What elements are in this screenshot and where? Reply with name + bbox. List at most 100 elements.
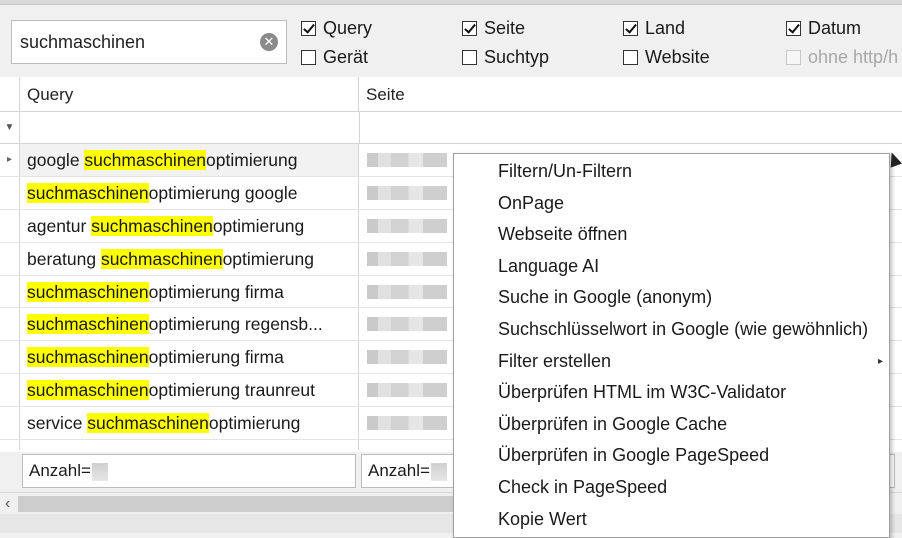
query-cell[interactable]: google suchmaschinenoptimierung — [20, 144, 359, 176]
query-cell[interactable]: suchmaschinenoptimierung firma — [20, 275, 359, 308]
footer-count-query: Anzahl= — [22, 454, 356, 488]
checkbox-label: Datum — [808, 17, 862, 38]
row-indicator — [0, 176, 20, 209]
query-cell[interactable]: service suchmaschinenoptimierung — [20, 407, 359, 440]
query-suffix: optimierung — [222, 248, 315, 269]
checkbox-box[interactable] — [462, 20, 477, 36]
search-box[interactable]: ✕ — [11, 20, 287, 64]
query-cell[interactable]: suchmaschinenoptimierung traunreut — [20, 374, 359, 407]
checkbox-datum[interactable]: Datum — [786, 17, 861, 39]
window-top-border — [0, 0, 902, 5]
menu-item[interactable]: Filter erstellen ▸ — [454, 346, 889, 378]
row-indicator — [0, 407, 20, 440]
checkbox-label: Suchtyp — [484, 46, 550, 67]
checkbox-land[interactable]: Land — [623, 17, 685, 39]
checkbox-label: Website — [645, 46, 710, 67]
menu-item[interactable]: Überprüfen in Google Cache — [454, 409, 889, 441]
checkbox-box[interactable] — [623, 49, 638, 65]
menu-item[interactable]: Check in PageSpeed — [454, 472, 889, 504]
footer-count-label: Anzahl= — [29, 461, 91, 480]
checkbox-label: Seite — [484, 17, 526, 38]
query-prefix: google — [27, 150, 85, 170]
query-prefix: beratung — [27, 248, 101, 269]
query-highlight: suchmaschinen — [27, 347, 149, 368]
query-prefix: agentur — [27, 215, 92, 236]
query-highlight: suchmaschinen — [100, 248, 223, 269]
row-indicator — [0, 374, 20, 407]
row-indicator — [0, 275, 20, 308]
query-highlight: suchmaschinen — [27, 314, 149, 335]
filter-row[interactable]: ▼ — [0, 112, 902, 144]
footer-count-label: Anzahl= — [368, 461, 430, 480]
query-highlight: suchmaschinen — [84, 150, 207, 170]
menu-item[interactable]: Suche in Google (anonym) — [454, 282, 889, 314]
row-indicator — [0, 209, 20, 242]
checkbox-query[interactable]: Query — [301, 17, 372, 39]
checkbox-box[interactable] — [786, 49, 801, 65]
checkbox-box[interactable] — [301, 20, 316, 36]
query-suffix: optimierung traunreut — [148, 380, 315, 401]
menu-item[interactable]: OnPage — [454, 188, 889, 220]
scrollbar-thumb[interactable] — [18, 496, 458, 512]
column-header-seite[interactable]: Seite — [359, 77, 902, 112]
query-suffix: optimierung google — [148, 182, 298, 203]
redacted-url — [367, 153, 447, 167]
checkbox-ohne-http[interactable]: ohne http/h — [786, 46, 902, 68]
query-suffix: optimierung — [208, 413, 301, 434]
query-cell[interactable]: suchmaschinenoptimierung google — [20, 176, 359, 209]
query-cell[interactable]: agentur suchmaschinenoptimierung — [20, 209, 359, 242]
checkbox-seite[interactable]: Seite — [462, 17, 525, 39]
menu-item-label: Überprüfen HTML im W3C-Validator — [498, 382, 787, 403]
menu-item-label: Überprüfen in Google Cache — [498, 413, 728, 434]
menu-item-label: Language AI — [498, 255, 600, 276]
redacted-count — [91, 462, 108, 481]
checkbox-label: ohne http/h — [808, 46, 899, 67]
scroll-left-icon[interactable]: ‹ — [5, 493, 10, 515]
checkbox-box[interactable] — [301, 49, 316, 65]
menu-item[interactable]: Language AI — [454, 251, 889, 283]
checkbox-label: Land — [645, 17, 686, 38]
redacted-url — [367, 284, 447, 299]
query-highlight: suchmaschinen — [27, 182, 149, 203]
checkbox-box[interactable] — [623, 20, 638, 36]
search-input[interactable] — [20, 30, 256, 54]
menu-item-label: Webseite öffnen — [498, 224, 628, 245]
column-header-query[interactable]: Query — [20, 77, 359, 112]
query-highlight: suchmaschinen — [27, 380, 149, 401]
menu-item[interactable]: Webseite öffnen — [454, 219, 889, 251]
checkbox-label: Gerät — [323, 46, 369, 67]
checkbox-geraet[interactable]: Gerät — [301, 46, 368, 68]
checkbox-suchtyp[interactable]: Suchtyp — [462, 46, 549, 68]
query-cell[interactable]: beratung suchmaschinenoptimierung — [20, 242, 359, 275]
redacted-url — [367, 185, 447, 200]
menu-item[interactable]: Überprüfen in Google PageSpeed — [454, 440, 889, 472]
row-header-corner — [0, 77, 20, 112]
checkbox-website[interactable]: Website — [623, 46, 710, 68]
row-indicator — [0, 242, 20, 275]
menu-item-label: Check in PageSpeed — [498, 477, 668, 497]
checkbox-box[interactable] — [462, 49, 477, 65]
submenu-arrow-icon: ▸ — [877, 355, 883, 367]
redacted-url — [367, 383, 447, 398]
query-suffix: optimierung — [206, 150, 298, 170]
redacted-url — [367, 317, 447, 332]
clear-search-icon[interactable]: ✕ — [260, 33, 278, 51]
menu-item-label: Suche in Google (anonym) — [498, 287, 713, 308]
menu-item[interactable]: Überprüfen HTML im W3C-Validator — [454, 377, 889, 409]
context-menu: Filtern/Un-Filtern OnPage Webseite öffnen L… — [453, 153, 890, 538]
checkbox-box[interactable] — [786, 20, 801, 36]
query-cell[interactable]: suchmaschinenoptimierung firma — [20, 341, 359, 374]
checkbox-label: Query — [323, 17, 373, 38]
redacted-url — [367, 251, 447, 266]
query-highlight: suchmaschinen — [27, 281, 149, 302]
menu-item[interactable]: Suchschlüsselwort in Google (wie gewöhnl… — [454, 314, 889, 346]
menu-item[interactable]: Filtern/Un-Filtern — [454, 156, 889, 188]
query-cell[interactable]: suchmaschinenoptimierung regensb... — [20, 308, 359, 341]
query-prefix: service — [27, 413, 88, 434]
redacted-url — [367, 218, 447, 233]
menu-item[interactable]: Kopie Wert — [454, 504, 889, 536]
menu-item-label: OnPage — [498, 192, 565, 213]
query-highlight: suchmaschinen — [91, 215, 213, 236]
row-indicator — [0, 440, 20, 451]
menu-item-label: Überprüfen in Google PageSpeed — [498, 445, 770, 466]
